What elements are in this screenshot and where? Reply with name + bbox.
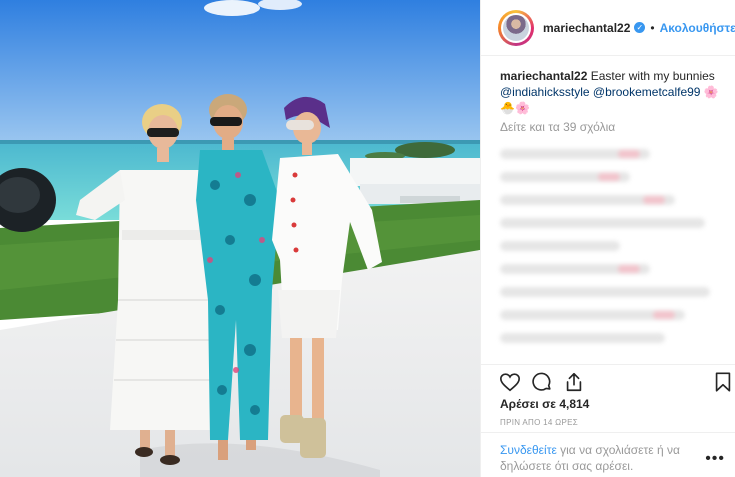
- view-all-comments-link[interactable]: Δείτε και τα 39 σχόλια: [500, 120, 615, 134]
- post-actions: [481, 364, 735, 397]
- blurred-comment: [500, 149, 650, 159]
- blurred-comment: [500, 333, 665, 343]
- comment-icon[interactable]: [531, 371, 553, 393]
- post-photo[interactable]: [0, 0, 480, 477]
- blurred-comment: [500, 218, 705, 228]
- verified-badge-icon: ✓: [634, 22, 646, 33]
- blurred-comment: [500, 241, 620, 251]
- likes-count[interactable]: Αρέσει σε 4,814: [500, 397, 589, 411]
- login-link[interactable]: Συνδεθείτε: [500, 443, 557, 457]
- follow-button[interactable]: Ακολουθήστε: [660, 21, 735, 35]
- post-timestamp: ΠΡΙΝ ΑΠΟ 14 ΩΡΕΣ: [500, 418, 578, 427]
- blurred-comment: [500, 195, 675, 205]
- bookmark-icon[interactable]: [712, 371, 734, 393]
- post-header: mariechantal22 ✓ • Ακολουθήστε: [481, 0, 735, 56]
- avatar-image: [503, 14, 529, 41]
- caption-tag-brookemetcalfe99[interactable]: @brookemetcalfe99: [593, 85, 701, 99]
- comments-list: [500, 136, 722, 343]
- avatar-inner: [501, 12, 531, 43]
- caption-tag-indiahicksstyle[interactable]: @indiahicksstyle: [500, 85, 590, 99]
- caption-username[interactable]: mariechantal22: [500, 69, 587, 83]
- blurred-comment: [500, 264, 650, 274]
- share-icon[interactable]: [563, 371, 585, 393]
- separator-dot: •: [650, 20, 655, 35]
- avatar[interactable]: [498, 9, 534, 46]
- blurred-comment: [500, 287, 710, 297]
- blurred-comment: [500, 310, 685, 320]
- post-sidebar: mariechantal22 ✓ • Ακολουθήστε mariechan…: [480, 0, 735, 477]
- more-options-icon[interactable]: •••: [705, 450, 725, 468]
- heart-icon[interactable]: [499, 371, 521, 393]
- username-link[interactable]: mariechantal22: [543, 21, 630, 35]
- blurred-comment: [500, 172, 630, 182]
- photo-image: [0, 0, 480, 477]
- login-prompt: Συνδεθείτε για να σχολιάσετε ή να δηλώσε…: [481, 432, 735, 477]
- caption-text: Easter with my bunnies: [590, 69, 715, 83]
- post-caption: mariechantal22 Easter with my bunnies @i…: [500, 68, 722, 116]
